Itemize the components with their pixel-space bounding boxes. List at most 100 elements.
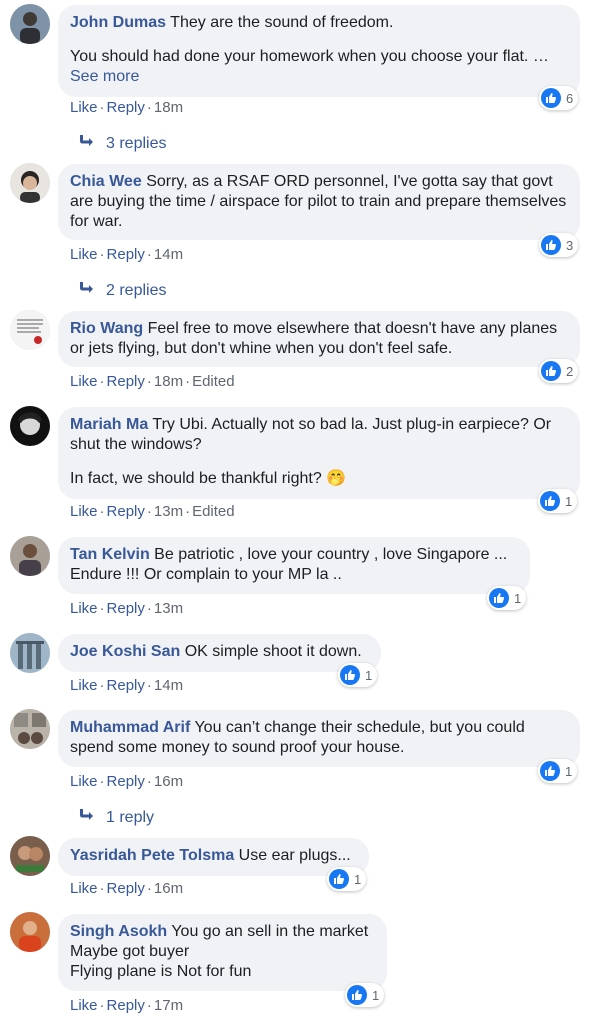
- comment-text-2: In fact, we should be thankful right? 🤭: [70, 470, 347, 487]
- reaction-count[interactable]: 6: [539, 86, 579, 110]
- view-replies-link[interactable]: 2 replies: [78, 281, 166, 300]
- comment-actions: Like · Reply · 13m · Edited: [70, 503, 235, 520]
- reaction-count[interactable]: 1: [487, 586, 527, 610]
- reaction-count[interactable]: 1: [338, 663, 378, 687]
- thumbs-up-icon: [347, 985, 367, 1005]
- reaction-count[interactable]: 1: [538, 759, 578, 783]
- view-replies-link[interactable]: 1 reply: [78, 808, 154, 827]
- reply-link[interactable]: Reply: [107, 997, 145, 1014]
- comment-bubble: Muhammad Arif You can’t change their sch…: [58, 710, 580, 767]
- reply-link[interactable]: Reply: [107, 677, 145, 694]
- reply-link[interactable]: Reply: [107, 373, 145, 390]
- thumbs-up-icon: [540, 761, 560, 781]
- reaction-count[interactable]: 1: [345, 983, 385, 1007]
- commenter-name[interactable]: Rio Wang: [70, 320, 143, 337]
- like-link[interactable]: Like: [70, 600, 98, 617]
- timestamp[interactable]: 16m: [154, 773, 183, 790]
- comment-actions: Like · Reply · 16m: [70, 773, 184, 790]
- avatar[interactable]: [10, 536, 50, 576]
- comment-actions: Like · Reply · 14m: [70, 246, 184, 263]
- reaction-count[interactable]: 1: [538, 489, 578, 513]
- avatar[interactable]: [10, 836, 50, 876]
- comment-actions: Like · Reply · 16m: [70, 880, 184, 897]
- comment-text: Sorry, as a RSAF ORD personnel, I've got…: [70, 173, 567, 230]
- like-link[interactable]: Like: [70, 99, 98, 116]
- comment-bubble: Joe Koshi San OK simple shoot it down.: [58, 634, 381, 672]
- avatar[interactable]: [10, 633, 50, 673]
- commenter-name[interactable]: Chia Wee: [70, 173, 142, 190]
- like-link[interactable]: Like: [70, 503, 98, 520]
- comment-actions: Like · Reply · 13m: [70, 600, 184, 617]
- like-link[interactable]: Like: [70, 373, 98, 390]
- thumbs-up-icon: [329, 869, 349, 889]
- comment-bubble: Singh Asokh You go an sell in the market…: [58, 914, 387, 991]
- commenter-name[interactable]: John Dumas: [70, 14, 166, 31]
- thumbs-up-icon: [541, 235, 561, 255]
- reply-link[interactable]: Reply: [107, 246, 145, 263]
- like-link[interactable]: Like: [70, 246, 98, 263]
- comment-bubble: Rio Wang Feel free to move elsewhere tha…: [58, 311, 580, 367]
- see-more-link[interactable]: See more: [70, 67, 568, 87]
- timestamp[interactable]: 13m: [154, 600, 183, 617]
- like-link[interactable]: Like: [70, 880, 98, 897]
- reply-arrow-icon: [78, 134, 94, 153]
- comment-actions: Like · Reply · 14m: [70, 677, 184, 694]
- comment-actions: Like · Reply · 17m: [70, 997, 184, 1014]
- like-link[interactable]: Like: [70, 997, 98, 1014]
- reaction-count[interactable]: 2: [539, 359, 579, 383]
- timestamp[interactable]: 17m: [154, 997, 183, 1014]
- thumbs-up-icon: [541, 361, 561, 381]
- timestamp[interactable]: 18m: [154, 99, 183, 116]
- reply-link[interactable]: Reply: [107, 880, 145, 897]
- comment-bubble: Mariah Ma Try Ubi. Actually not so bad l…: [58, 407, 580, 499]
- avatar[interactable]: [10, 310, 50, 350]
- timestamp[interactable]: 14m: [154, 246, 183, 263]
- timestamp[interactable]: 13m: [154, 503, 183, 520]
- like-link[interactable]: Like: [70, 773, 98, 790]
- comment-text: OK simple shoot it down.: [184, 643, 362, 660]
- comment-text: Use ear plugs...: [238, 847, 351, 864]
- reply-arrow-icon: [78, 281, 94, 300]
- comment-actions: Like · Reply · 18m · Edited: [70, 373, 235, 390]
- thumbs-up-icon: [340, 665, 360, 685]
- reply-arrow-icon: [78, 808, 94, 827]
- commenter-name[interactable]: Mariah Ma: [70, 416, 148, 433]
- reaction-count[interactable]: 3: [539, 233, 579, 257]
- commenter-name[interactable]: Tan Kelvin: [70, 546, 150, 563]
- comment-text: Feel free to move elsewhere that doesn't…: [70, 320, 558, 357]
- comment-text: You go an sell in the market: [171, 923, 369, 940]
- commenter-name[interactable]: Joe Koshi San: [70, 643, 180, 660]
- timestamp[interactable]: 16m: [154, 880, 183, 897]
- thumbs-up-icon: [540, 491, 560, 511]
- comment-text-2: You should had done your homework when y…: [70, 48, 549, 65]
- commenter-name[interactable]: Yasridah Pete Tolsma: [70, 847, 234, 864]
- edited-label: Edited: [192, 373, 235, 390]
- comment-text-line-3: Flying plane is Not for fun: [70, 963, 252, 980]
- commenter-name[interactable]: Muhammad Arif: [70, 719, 190, 736]
- commenter-name[interactable]: Singh Asokh: [70, 923, 167, 940]
- avatar[interactable]: [10, 406, 50, 446]
- timestamp[interactable]: 14m: [154, 677, 183, 694]
- avatar[interactable]: [10, 163, 50, 203]
- avatar[interactable]: [10, 912, 50, 952]
- reaction-count[interactable]: 1: [327, 867, 367, 891]
- reply-link[interactable]: Reply: [107, 99, 145, 116]
- reply-link[interactable]: Reply: [107, 600, 145, 617]
- view-replies-link[interactable]: 3 replies: [78, 134, 166, 153]
- comment-text-line-2: Maybe got buyer: [70, 943, 190, 960]
- comment-bubble: Chia Wee Sorry, as a RSAF ORD personnel,…: [58, 164, 580, 240]
- comment-text: They are the sound of freedom.: [170, 14, 394, 31]
- timestamp[interactable]: 18m: [154, 373, 183, 390]
- reply-link[interactable]: Reply: [107, 503, 145, 520]
- like-link[interactable]: Like: [70, 677, 98, 694]
- comment-actions: Like · Reply · 18m: [70, 99, 184, 116]
- avatar[interactable]: [10, 4, 50, 44]
- reply-link[interactable]: Reply: [107, 773, 145, 790]
- thumbs-up-icon: [541, 88, 561, 108]
- thumbs-up-icon: [489, 588, 509, 608]
- avatar[interactable]: [10, 709, 50, 749]
- comment-bubble: John Dumas They are the sound of freedom…: [58, 5, 580, 97]
- comment-bubble: Tan Kelvin Be patriotic , love your coun…: [58, 537, 530, 594]
- comment-bubble: Yasridah Pete Tolsma Use ear plugs...: [58, 838, 369, 876]
- edited-label: Edited: [192, 503, 235, 520]
